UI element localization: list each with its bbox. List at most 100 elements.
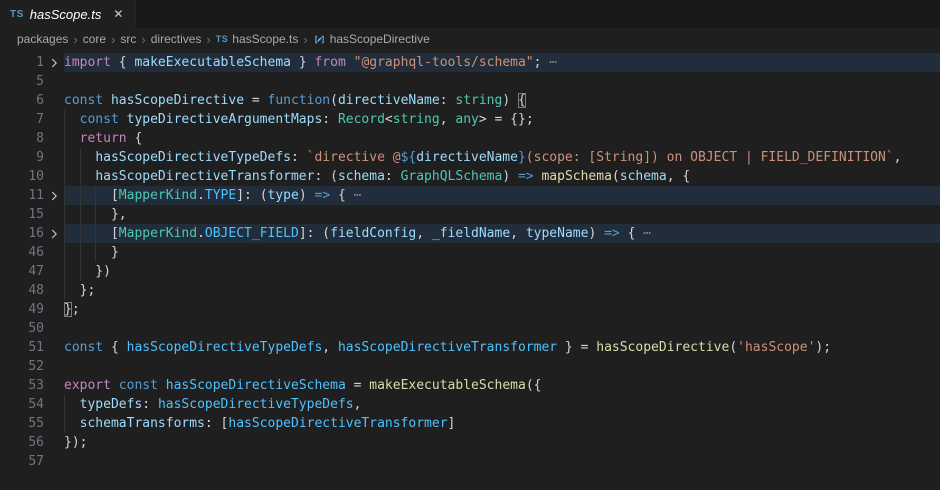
line-number[interactable]: 51 [0,338,44,357]
code-token: hasScopeDirectiveTypeDefs [158,397,354,412]
vscode-editor-window: TS hasScope.ts ✕ packages›core›src›direc… [0,0,940,490]
line-number[interactable]: 46 [0,243,44,262]
line-number[interactable]: 55 [0,414,44,433]
code-content[interactable]: hasScopeDirectiveTransformer: (schema: G… [64,167,940,186]
line-number[interactable]: 5 [0,72,44,91]
line-number[interactable]: 48 [0,281,44,300]
code-token: 'hasScope' [737,340,815,355]
breadcrumb-item-packages[interactable]: packages [17,32,68,46]
code-content[interactable]: import { makeExecutableSchema } from "@g… [64,53,940,72]
code-line[interactable]: 9 hasScopeDirectiveTypeDefs: `directive … [0,148,940,167]
code-content[interactable] [64,357,940,376]
line-number[interactable]: 54 [0,395,44,414]
code-token: MapperKind [119,188,197,203]
breadcrumb-item-hasscopedirective[interactable]: hasScopeDirective [313,32,430,46]
code-content[interactable]: typeDefs: hasScopeDirectiveTypeDefs, [64,395,940,414]
line-number[interactable]: 1 [0,53,44,72]
code-content[interactable]: return { [64,129,940,148]
code-line[interactable]: 51 const { hasScopeDirectiveTypeDefs, has… [0,338,940,357]
code-line[interactable]: 48 }; [0,281,940,300]
line-number[interactable]: 49 [0,300,44,319]
line-number[interactable]: 6 [0,91,44,110]
code-content[interactable]: export const hasScopeDirectiveSchema = m… [64,376,940,395]
line-number[interactable]: 16 [0,224,44,243]
tab-hasscope-ts[interactable]: TS hasScope.ts ✕ [0,0,136,28]
breadcrumb-item-directives[interactable]: directives [151,32,202,46]
breadcrumb-label: src [120,32,136,46]
code-line[interactable]: 47 }) [0,262,940,281]
code-token: : [322,112,338,127]
line-number[interactable]: 47 [0,262,44,281]
line-number[interactable]: 57 [0,452,44,471]
code-line[interactable]: 5 [0,72,940,91]
code-line[interactable]: 15 }, [0,205,940,224]
line-number[interactable]: 8 [0,129,44,148]
code-token: hasScopeDirectiveTypeDefs [95,150,291,165]
code-content[interactable]: const hasScopeDirective = function(direc… [64,91,940,110]
line-number[interactable]: 7 [0,110,44,129]
code-token: : [385,169,401,184]
code-content[interactable] [64,72,940,91]
code-content[interactable]: [MapperKind.OBJECT_FIELD]: (fieldConfig,… [64,224,940,243]
code-token: GraphQLSchema [401,169,503,184]
code-token: `directive @ [307,150,401,165]
code-content[interactable]: schemaTransforms: [hasScopeDirectiveTran… [64,414,940,433]
code-token: "@graphql-tools/schema" [354,55,534,70]
code-line[interactable]: 56}); [0,433,940,452]
code-line[interactable]: 10 hasScopeDirectiveTransformer: (schema… [0,167,940,186]
fold-gutter [44,395,64,414]
code-content[interactable]: [MapperKind.TYPE]: (type) => { ⋯ [64,186,940,205]
breadcrumb-item-src[interactable]: src [120,32,136,46]
line-number[interactable]: 9 [0,148,44,167]
line-number[interactable]: 50 [0,319,44,338]
code-token [64,397,80,412]
line-number[interactable]: 15 [0,205,44,224]
code-line[interactable]: 7 const typeDirectiveArgumentMaps: Recor… [0,110,940,129]
code-line[interactable]: 50 [0,319,940,338]
fold-chevron-icon[interactable] [44,224,64,243]
code-content[interactable]: hasScopeDirectiveTypeDefs: `directive @$… [64,148,940,167]
code-editor[interactable]: 1 import { makeExecutableSchema } from "@… [0,50,940,471]
code-token: OBJECT_FIELD [205,226,299,241]
code-content[interactable]: const typeDirectiveArgumentMaps: Record<… [64,110,940,129]
code-content[interactable]: }; [64,300,940,319]
code-content[interactable]: }; [64,281,940,300]
code-token: makeExecutableSchema [369,378,526,393]
code-line[interactable]: 11 [MapperKind.TYPE]: (type) => { ⋯ [0,186,940,205]
code-content[interactable] [64,452,940,471]
code-line[interactable]: 46 } [0,243,940,262]
code-line[interactable]: 8 return { [0,129,940,148]
code-content[interactable] [64,319,940,338]
fold-chevron-icon[interactable] [44,53,64,72]
code-content[interactable]: const { hasScopeDirectiveTypeDefs, hasSc… [64,338,940,357]
code-token: typeDefs [80,397,143,412]
fold-gutter [44,414,64,433]
code-line[interactable]: 53 export const hasScopeDirectiveSchema =… [0,376,940,395]
line-number[interactable]: 56 [0,433,44,452]
code-line[interactable]: 49}; [0,300,940,319]
code-line[interactable]: 57 [0,452,940,471]
close-icon[interactable]: ✕ [111,7,125,21]
code-content[interactable]: }, [64,205,940,224]
code-content[interactable]: }) [64,262,940,281]
folded-ellipsis[interactable]: ⋯ [635,226,651,241]
code-line[interactable]: 16 [MapperKind.OBJECT_FIELD]: (fieldConf… [0,224,940,243]
line-number[interactable]: 53 [0,376,44,395]
code-content[interactable]: }); [64,433,940,452]
line-number[interactable]: 11 [0,186,44,205]
breadcrumb-item-hasscope-ts[interactable]: TShasScope.ts [216,32,299,46]
code-line[interactable]: 52 [0,357,940,376]
code-line[interactable]: 1 import { makeExecutableSchema } from "@… [0,53,940,72]
folded-ellipsis[interactable]: ⋯ [541,55,557,70]
code-line[interactable]: 6 const hasScopeDirective = function(dire… [0,91,940,110]
code-line[interactable]: 55 schemaTransforms: [hasScopeDirectiveT… [0,414,940,433]
code-content[interactable]: } [64,243,940,262]
fold-chevron-icon[interactable] [44,186,64,205]
line-number[interactable]: 10 [0,167,44,186]
breadcrumb-item-core[interactable]: core [83,32,106,46]
folded-ellipsis[interactable]: ⋯ [346,188,362,203]
code-token: (scope: [String]) on OBJECT | FIELD_DEFI… [526,150,894,165]
line-number[interactable]: 52 [0,357,44,376]
code-token: ; [72,302,80,317]
code-line[interactable]: 54 typeDefs: hasScopeDirectiveTypeDefs, [0,395,940,414]
